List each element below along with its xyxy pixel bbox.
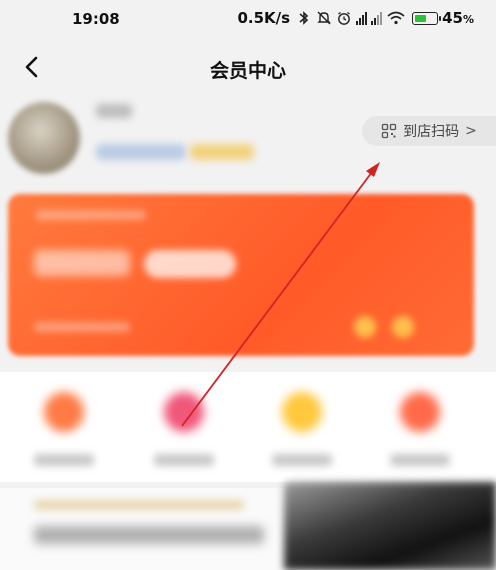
feature-icon [282, 392, 322, 432]
header: 会员中心 [0, 40, 496, 96]
feature-item[interactable] [144, 382, 224, 472]
feature-icon [164, 392, 204, 432]
status-icons: 0.5K/s 45% [237, 9, 474, 27]
blurred-card-footnote [34, 322, 130, 332]
blurred-member-tag [96, 144, 186, 160]
qr-scan-icon [381, 123, 397, 139]
feature-item[interactable] [24, 382, 104, 472]
blurred-feature-label [390, 454, 450, 466]
feature-item[interactable] [262, 382, 342, 472]
alarm-icon [336, 10, 352, 26]
avatar[interactable] [8, 102, 80, 174]
blurred-card-value [34, 250, 130, 276]
blurred-promo-image[interactable] [284, 482, 496, 570]
blurred-card-caption [36, 210, 146, 220]
status-bar: 19:08 0.5K/s 45% [0, 0, 496, 38]
hd-signal-icon [371, 11, 383, 25]
wifi-icon [386, 10, 406, 26]
blurred-feature-label [154, 454, 214, 466]
bluetooth-icon [296, 10, 312, 26]
scan-in-store-button[interactable]: 到店扫码 > [362, 116, 496, 146]
status-time: 19:08 [72, 10, 120, 28]
feature-shortcuts [0, 372, 496, 482]
feature-icon [44, 392, 84, 432]
scan-button-label: 到店扫码 [403, 124, 460, 140]
hd-signal-icon [356, 11, 368, 25]
blurred-card-button [144, 250, 236, 278]
member-card[interactable] [8, 194, 474, 356]
chevron-right-icon: > [465, 123, 477, 139]
blurred-promo-title [34, 526, 264, 544]
blurred-promo-caption [34, 500, 244, 510]
feature-item[interactable] [380, 382, 460, 472]
network-speed: 0.5K/s [237, 9, 291, 27]
battery-charging-icon [412, 11, 442, 25]
blurred-feature-label [34, 454, 94, 466]
blurred-level-tag [190, 144, 254, 160]
mute-bell-icon [316, 10, 332, 26]
feature-icon [400, 392, 440, 432]
page-title: 会员中心 [209, 60, 286, 82]
blurred-username [96, 104, 132, 118]
battery-percent: 45% [442, 9, 474, 27]
blurred-feature-label [272, 454, 332, 466]
blurred-coin-icon [392, 316, 414, 338]
promo-section [0, 482, 496, 570]
blurred-coin-icon [354, 316, 376, 338]
